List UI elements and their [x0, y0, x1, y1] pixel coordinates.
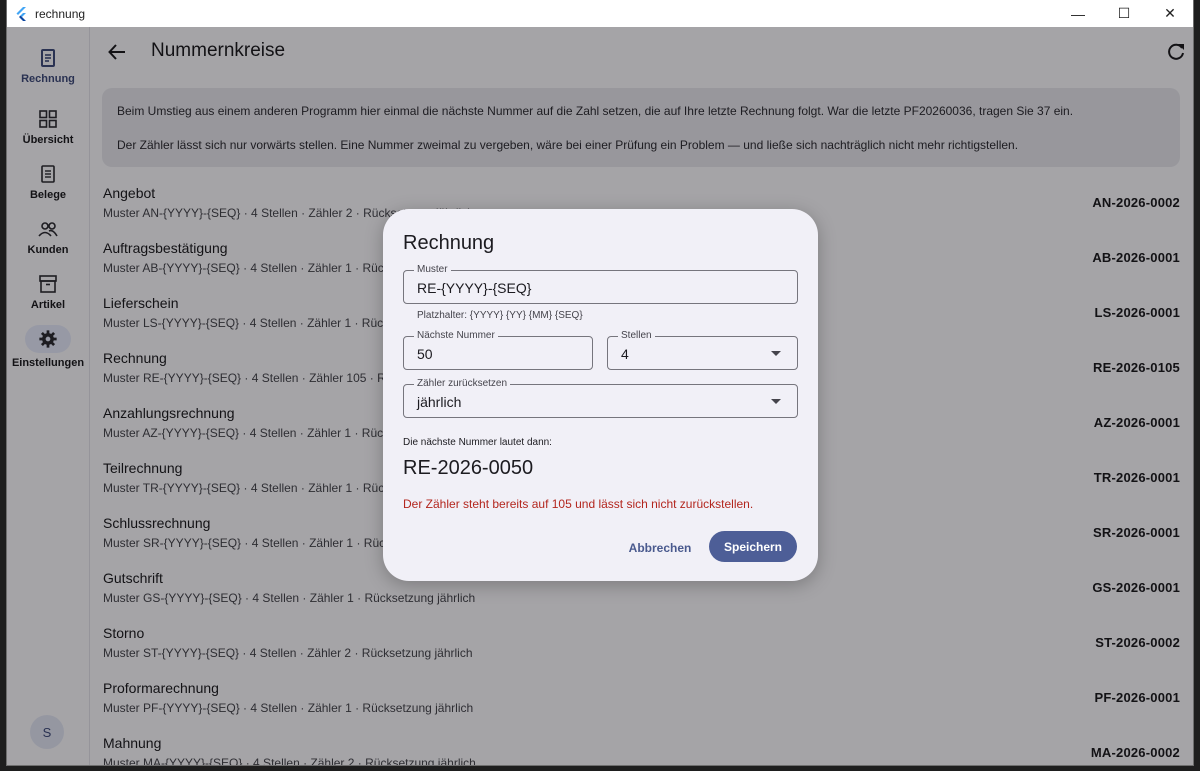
maximize-button[interactable]: ☐	[1101, 0, 1147, 27]
minimize-button[interactable]: —	[1055, 0, 1101, 27]
placeholder-helper-text: Platzhalter: {YYYY} {YY} {MM} {SEQ}	[417, 310, 583, 321]
error-message: Der Zähler steht bereits auf 105 und läs…	[403, 497, 754, 511]
preview-value: RE-2026-0050	[403, 457, 534, 479]
save-button[interactable]: Speichern	[709, 531, 797, 562]
edit-sequence-dialog: Rechnung Muster RE-{YYYY}-{SEQ} Platzhal…	[383, 209, 818, 581]
dropdown-arrow-icon	[771, 351, 781, 356]
reset-value: jährlich	[417, 394, 462, 410]
close-button[interactable]: ✕	[1147, 0, 1193, 27]
dropdown-arrow-icon	[771, 399, 781, 404]
digits-select[interactable]: Stellen 4	[607, 330, 798, 370]
digits-label: Stellen	[618, 330, 655, 342]
next-number-label: Nächste Nummer	[414, 330, 498, 342]
pattern-value: RE-{YYYY}-{SEQ}	[417, 280, 532, 296]
next-number-field[interactable]: Nächste Nummer 50	[403, 330, 593, 370]
title-bar: rechnung — ☐ ✕	[7, 0, 1193, 27]
next-number-value: 50	[417, 346, 433, 362]
dialog-title: Rechnung	[403, 232, 495, 254]
reset-label: Zähler zurücksetzen	[414, 378, 511, 390]
app-window: rechnung — ☐ ✕ Rechnung Übersicht Belege…	[7, 0, 1193, 765]
reset-select[interactable]: Zähler zurücksetzen jährlich	[403, 378, 798, 418]
pattern-field[interactable]: Muster RE-{YYYY}-{SEQ}	[403, 264, 798, 304]
cancel-button[interactable]: Abbrechen	[625, 534, 695, 562]
window-title: rechnung	[35, 6, 86, 21]
flutter-logo-icon	[16, 6, 26, 21]
pattern-label: Muster	[414, 264, 451, 276]
preview-label: Die nächste Nummer lautet dann:	[403, 437, 552, 448]
digits-value: 4	[621, 346, 629, 362]
